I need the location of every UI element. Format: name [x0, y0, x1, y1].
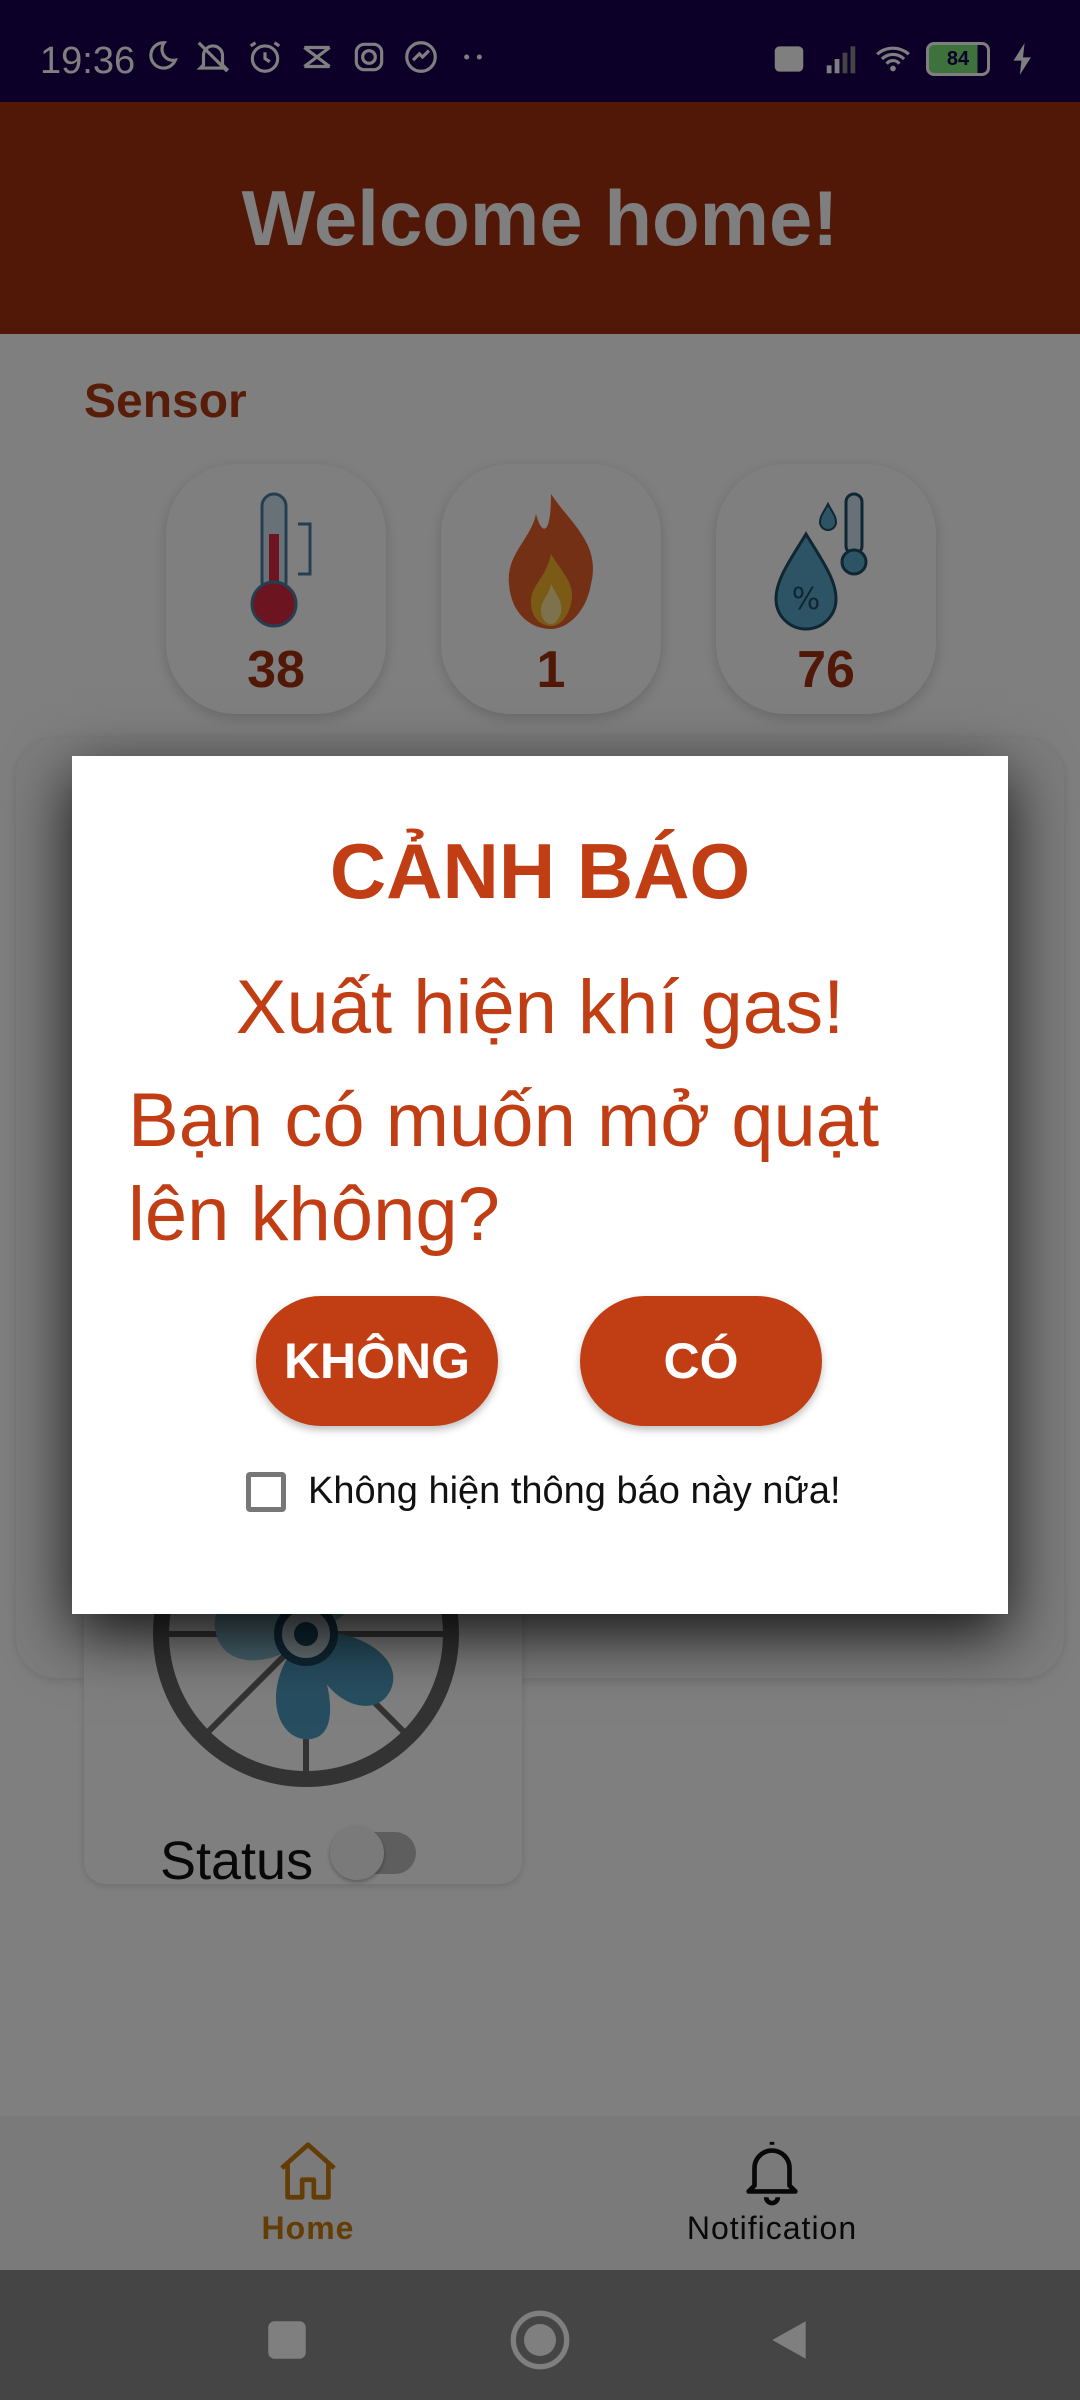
dialog-message-question: Bạn có muốn mở quạt lên không? [128, 1078, 880, 1257]
dont-show-again-checkbox[interactable] [246, 1471, 286, 1512]
gas-alert-dialog: CẢNH BÁO Xuất hiện khí gas! Bạn có muốn … [72, 756, 1008, 1614]
dont-show-again-row[interactable]: Không hiện thông báo này nữa! [246, 1470, 841, 1513]
dialog-title: CẢNH BÁO [329, 827, 751, 915]
dialog-message-gas: Xuất hiện khí gas! [235, 965, 845, 1050]
dont-show-again-label[interactable]: Không hiện thông báo này nữa! [308, 1470, 841, 1513]
yes-button[interactable]: CÓ [580, 1296, 822, 1426]
no-button[interactable]: KHÔNG [256, 1296, 498, 1426]
